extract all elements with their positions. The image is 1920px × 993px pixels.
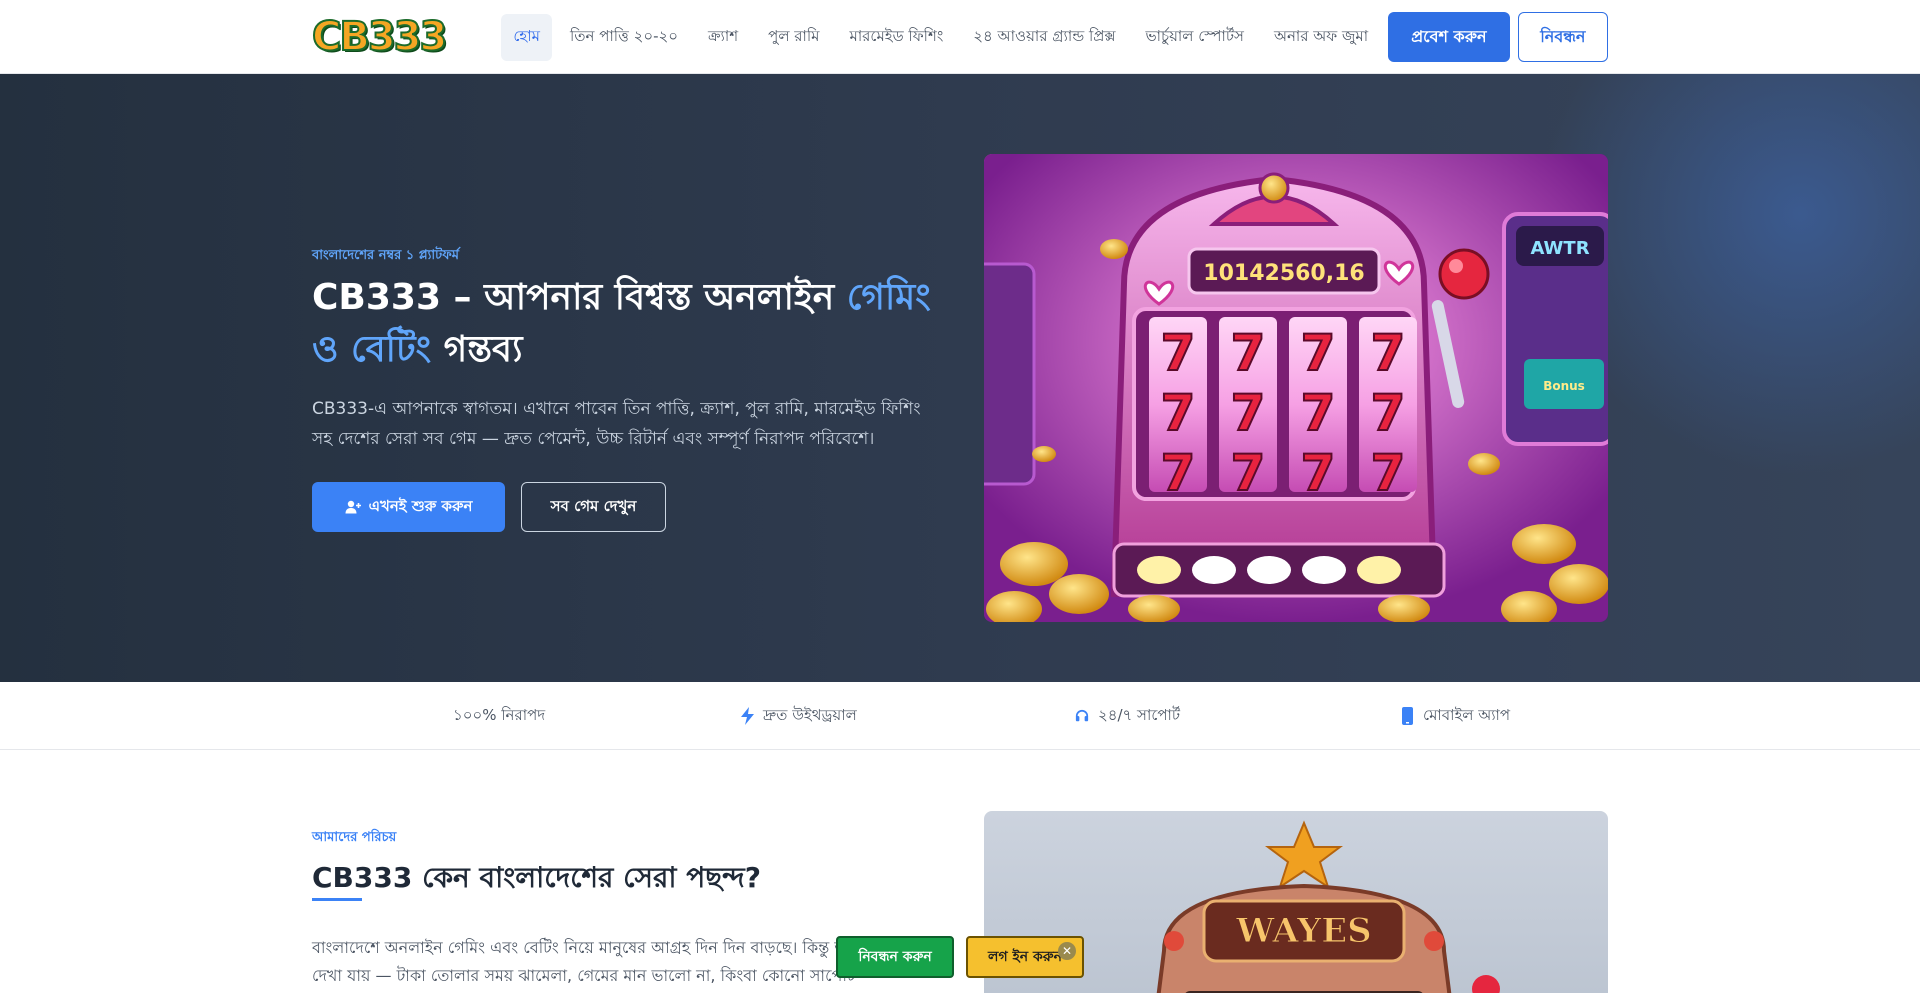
reel-symbol: 7 bbox=[1231, 444, 1266, 502]
hero-cta-group: এখনই শুরু করুন সব গেম দেখুন bbox=[312, 482, 666, 532]
reel-symbol: 7 bbox=[1371, 384, 1406, 442]
reel-symbol: 7 bbox=[1301, 384, 1336, 442]
jackpot-display-text: 10142560,16 bbox=[1203, 261, 1364, 286]
reel-symbol: 7 bbox=[1161, 384, 1196, 442]
reel-symbol: 7 bbox=[1301, 444, 1336, 502]
hero-title: CB333 – আপনার বিশ্বস্ত অনলাইন গেমিং ও বে… bbox=[312, 272, 932, 376]
start-now-label: এখনই শুরু করুন bbox=[368, 496, 473, 515]
side-screen-text: Bonus bbox=[1543, 379, 1585, 393]
nav-link-pool-rummy[interactable]: পুল রামি bbox=[756, 14, 831, 61]
site-logo[interactable]: CB333 bbox=[311, 16, 448, 58]
hero-description: CB333-এ আপনাকে স্বাগতম। এখানে পাবেন তিন … bbox=[312, 399, 921, 449]
mobile-icon bbox=[1400, 707, 1414, 725]
reel-symbol: 7 bbox=[1231, 324, 1266, 382]
start-now-button[interactable]: এখনই শুরু করুন bbox=[312, 482, 505, 532]
reel-symbol: 7 bbox=[1161, 444, 1196, 502]
nav-link-virtual-sports[interactable]: ভার্চুয়াল স্পোর্টস bbox=[1133, 14, 1255, 61]
nav-link-mermaid-fishing[interactable]: মারমেইড ফিশিং bbox=[838, 14, 956, 61]
about-sign-text: WAYES bbox=[1235, 911, 1371, 951]
nav-link-grand-prix[interactable]: ২৪ আওয়ার গ্র্যান্ড প্রিক্স bbox=[961, 14, 1127, 61]
feature-mobile-app: মোবাইল অ্যাপ bbox=[1400, 682, 1510, 750]
headset-icon bbox=[1075, 708, 1089, 724]
feature-safe: ১০০% নিরাপদ bbox=[430, 682, 545, 750]
reel-symbol: 7 bbox=[1301, 324, 1336, 382]
about-eyebrow: আমাদের পরিচয় bbox=[312, 830, 397, 845]
hero-eyebrow: বাংলাদেশের নম্বর ১ প্ল্যাটফর্ম bbox=[312, 248, 459, 263]
hero-title-part1: CB333 – আপনার বিশ্বস্ত অনলাইন bbox=[312, 277, 847, 318]
features-bar: ১০০% নিরাপদ দ্রুত উইথড্রয়াল ২৪/৭ সাপোর্… bbox=[0, 682, 1920, 750]
navbar-container: CB333 হোম তিন পাত্তি ২০-২০ ক্র্যাশ পুল র… bbox=[311, 0, 1608, 74]
nav-link-honor-of-zuma[interactable]: অনার অফ জুমা bbox=[1262, 14, 1380, 61]
hero-title-part2: গন্তব্য bbox=[431, 329, 523, 370]
hero-slot-machine-image: AWTR Bonus 10142560,16 777777777777 bbox=[984, 154, 1608, 622]
side-sign-text: AWTR bbox=[1530, 238, 1589, 259]
nav-link-teen-patti[interactable]: তিন পাত্তি ২০-২০ bbox=[558, 14, 690, 61]
about-title: CB333 কেন বাংলাদেশের সেরা পছন্দ? bbox=[312, 861, 761, 894]
close-icon[interactable]: ✕ bbox=[1058, 942, 1076, 960]
feature-support-label: ২৪/৭ সাপোর্ট bbox=[1098, 705, 1181, 724]
login-button[interactable]: প্রবেশ করুন bbox=[1388, 12, 1510, 62]
feature-safe-label: ১০০% নিরাপদ bbox=[453, 705, 546, 724]
register-button[interactable]: নিবন্ধন bbox=[1517, 12, 1608, 62]
reel-symbol: 7 bbox=[1161, 324, 1196, 382]
nav-link-crash[interactable]: ক্র্যাশ bbox=[696, 14, 750, 61]
reel-symbol: 7 bbox=[1371, 324, 1406, 382]
feature-support: ২৪/৭ সাপোর্ট bbox=[1075, 682, 1180, 750]
user-plus-icon bbox=[345, 500, 361, 514]
title-underline bbox=[312, 898, 362, 901]
view-all-games-button[interactable]: সব গেম দেখুন bbox=[521, 482, 666, 532]
hero-section: বাংলাদেশের নম্বর ১ প্ল্যাটফর্ম CB333 – আ… bbox=[0, 74, 1920, 682]
feature-fast-withdrawal: দ্রুত উইথড্রয়াল bbox=[740, 682, 857, 750]
feature-fast-withdrawal-label: দ্রুত উইথড্রয়াল bbox=[763, 705, 857, 724]
nav-link-home[interactable]: হোম bbox=[501, 13, 552, 61]
reel-symbol: 7 bbox=[1231, 384, 1266, 442]
slot-machine-illustration: AWTR Bonus 10142560,16 777777777777 bbox=[984, 154, 1608, 622]
lightning-icon bbox=[740, 707, 754, 725]
reel-symbol: 7 bbox=[1371, 444, 1406, 502]
main-menu: হোম তিন পাত্তি ২০-২০ ক্র্যাশ পুল রামি মা… bbox=[501, 13, 1380, 61]
feature-mobile-app-label: মোবাইল অ্যাপ bbox=[1423, 705, 1511, 724]
top-navbar: CB333 হোম তিন পাত্তি ২০-২০ ক্র্যাশ পুল র… bbox=[0, 0, 1920, 74]
floating-register-button[interactable]: নিবন্ধন করুন bbox=[836, 936, 954, 978]
